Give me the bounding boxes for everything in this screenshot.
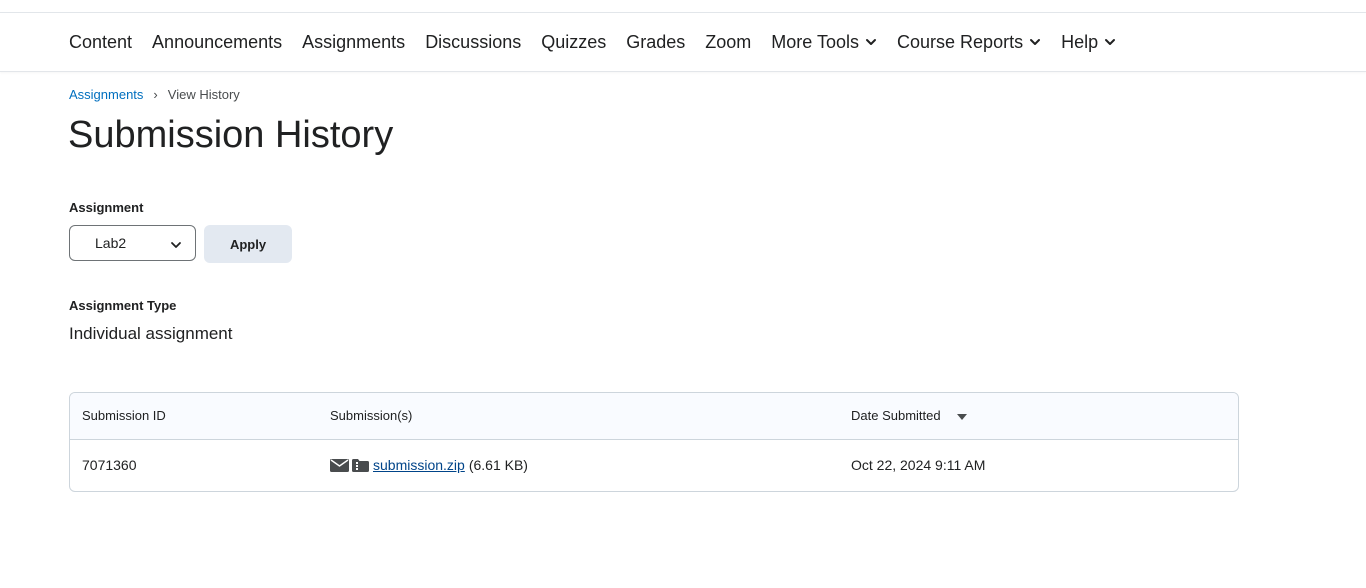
nav-content[interactable]: Content <box>59 13 142 71</box>
nav-quizzes[interactable]: Quizzes <box>531 13 616 71</box>
nav-grades-label: Grades <box>626 31 686 52</box>
nav-announcements[interactable]: Announcements <box>142 13 292 71</box>
nav-more-tools-label: More Tools <box>771 31 860 52</box>
nav-help-label: Help <box>1061 31 1099 52</box>
chevron-down-icon <box>1030 39 1041 45</box>
caret-down-icon[interactable] <box>956 413 967 420</box>
envelope-icon <box>330 458 349 472</box>
table-header: Submission ID Submission(s) Date Submitt… <box>70 393 1238 440</box>
header-date-submitted[interactable]: Date Submitted <box>851 408 967 423</box>
nav-course-reports[interactable]: Course Reports <box>887 13 1051 71</box>
nav-announcements-label: Announcements <box>152 31 283 52</box>
cell-date-submitted: Oct 22, 2024 9:11 AM <box>851 457 986 473</box>
assignment-select[interactable]: Lab2 <box>69 225 196 261</box>
breadcrumb: Assignments › View History <box>69 87 240 102</box>
nav-assignments[interactable]: Assignments <box>292 13 415 71</box>
table-row: 7071360 submission.zip (6.61 KB) Oct 22,… <box>70 440 1238 491</box>
assignment-select-value: Lab2 <box>95 235 127 251</box>
assignment-type-label: Assignment Type <box>69 298 177 313</box>
course-navbar: Content Announcements Assignments Discus… <box>0 13 1366 72</box>
cell-submission-id: 7071360 <box>82 457 137 473</box>
chevron-down-icon <box>1105 39 1116 45</box>
page-title: Submission History <box>68 114 394 156</box>
nav-zoom-label: Zoom <box>705 31 752 52</box>
chevron-down-icon <box>171 242 181 248</box>
chevron-down-icon <box>866 39 877 45</box>
file-size: (6.61 KB) <box>468 457 528 473</box>
nav-help[interactable]: Help <box>1051 13 1126 71</box>
breadcrumb-current: View History <box>167 87 240 102</box>
nav-content-label: Content <box>69 31 133 52</box>
header-submissions: Submission(s) <box>330 408 413 423</box>
submission-file-link[interactable]: submission.zip <box>373 457 465 473</box>
nav-discussions[interactable]: Discussions <box>415 13 531 71</box>
assignment-type-value: Individual assignment <box>69 324 233 343</box>
assignment-label: Assignment <box>69 200 144 215</box>
nav-discussions-label: Discussions <box>425 31 522 52</box>
zip-file-icon <box>352 458 369 472</box>
header-submission-id: Submission ID <box>82 408 166 423</box>
nav-more-tools[interactable]: More Tools <box>761 13 887 71</box>
breadcrumb-assignments-link[interactable]: Assignments <box>69 87 143 102</box>
nav-assignments-label: Assignments <box>302 31 406 52</box>
cell-submission-file: submission.zip (6.61 KB) <box>330 457 528 473</box>
header-date-submitted-label: Date Submitted <box>851 408 941 423</box>
apply-button[interactable]: Apply <box>204 225 292 263</box>
nav-quizzes-label: Quizzes <box>541 31 607 52</box>
breadcrumb-separator: › <box>153 87 158 102</box>
submission-history-table: Submission ID Submission(s) Date Submitt… <box>69 392 1239 492</box>
nav-grades[interactable]: Grades <box>616 13 695 71</box>
nav-course-reports-label: Course Reports <box>897 31 1024 52</box>
nav-items: Content Announcements Assignments Discus… <box>59 13 1126 71</box>
nav-zoom[interactable]: Zoom <box>695 13 761 71</box>
